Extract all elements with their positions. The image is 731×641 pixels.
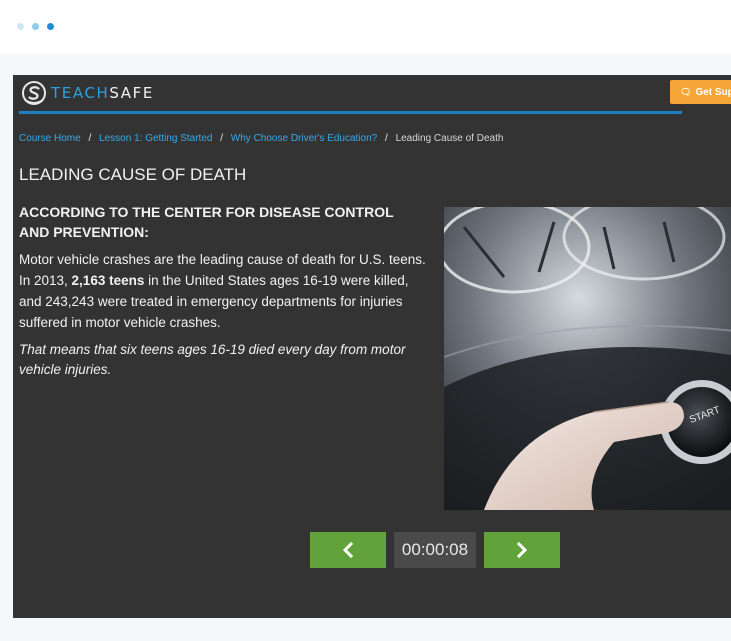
slide-timer: 00:00:08 <box>394 532 476 568</box>
breadcrumb-lesson-1[interactable]: Lesson 1: Getting Started <box>99 133 212 144</box>
dot-icon <box>17 23 24 30</box>
italic-summary: That means that six teens ages 16-19 die… <box>19 342 406 377</box>
breadcrumb-separator: / <box>220 133 224 144</box>
breadcrumb-course-home[interactable]: Course Home <box>19 133 81 144</box>
brand-teach: TEACH <box>51 84 110 102</box>
get-support-button[interactable]: 🗨 Get Sup <box>670 80 731 104</box>
breadcrumb: Course Home / Lesson 1: Getting Started … <box>19 133 503 144</box>
breadcrumb-separator: / <box>385 133 388 144</box>
previous-button[interactable] <box>310 532 386 568</box>
chevron-right-icon <box>516 542 528 558</box>
teachsafe-logo-icon <box>22 81 46 105</box>
teachsafe-logo[interactable]: TEACHSAFE <box>21 79 154 107</box>
breadcrumb-current: Leading Cause of Death <box>395 133 504 144</box>
breadcrumb-separator: / <box>88 133 92 144</box>
slide-navigation: 00:00:08 <box>310 532 560 568</box>
chevron-left-icon <box>342 542 354 558</box>
page-title: LEADING CAUSE OF DEATH <box>19 165 247 184</box>
window-dots <box>17 23 54 30</box>
dot-icon <box>32 23 39 30</box>
course-frame: TEACHSAFE 🗨 Get Sup Course Home / Lesson… <box>13 75 731 618</box>
breadcrumb-why-drivers-ed[interactable]: Why Choose Driver's Education? <box>231 133 377 144</box>
browser-top-bar <box>0 0 731 54</box>
car-start-button-photo: START <box>444 207 731 510</box>
section-subheading: ACCORDING TO THE CENTER FOR DISEASE CONT… <box>19 204 394 240</box>
next-button[interactable] <box>484 532 560 568</box>
chat-icon: 🗨 <box>680 86 692 97</box>
dot-icon <box>47 23 54 30</box>
get-support-label: Get Sup <box>695 86 731 98</box>
statistics-paragraph: Motor vehicle crashes are the leading ca… <box>19 249 429 333</box>
header-divider <box>19 111 682 114</box>
para-bold-stat: 2,163 teens <box>71 273 145 288</box>
brand-safe: SAFE <box>109 84 154 102</box>
